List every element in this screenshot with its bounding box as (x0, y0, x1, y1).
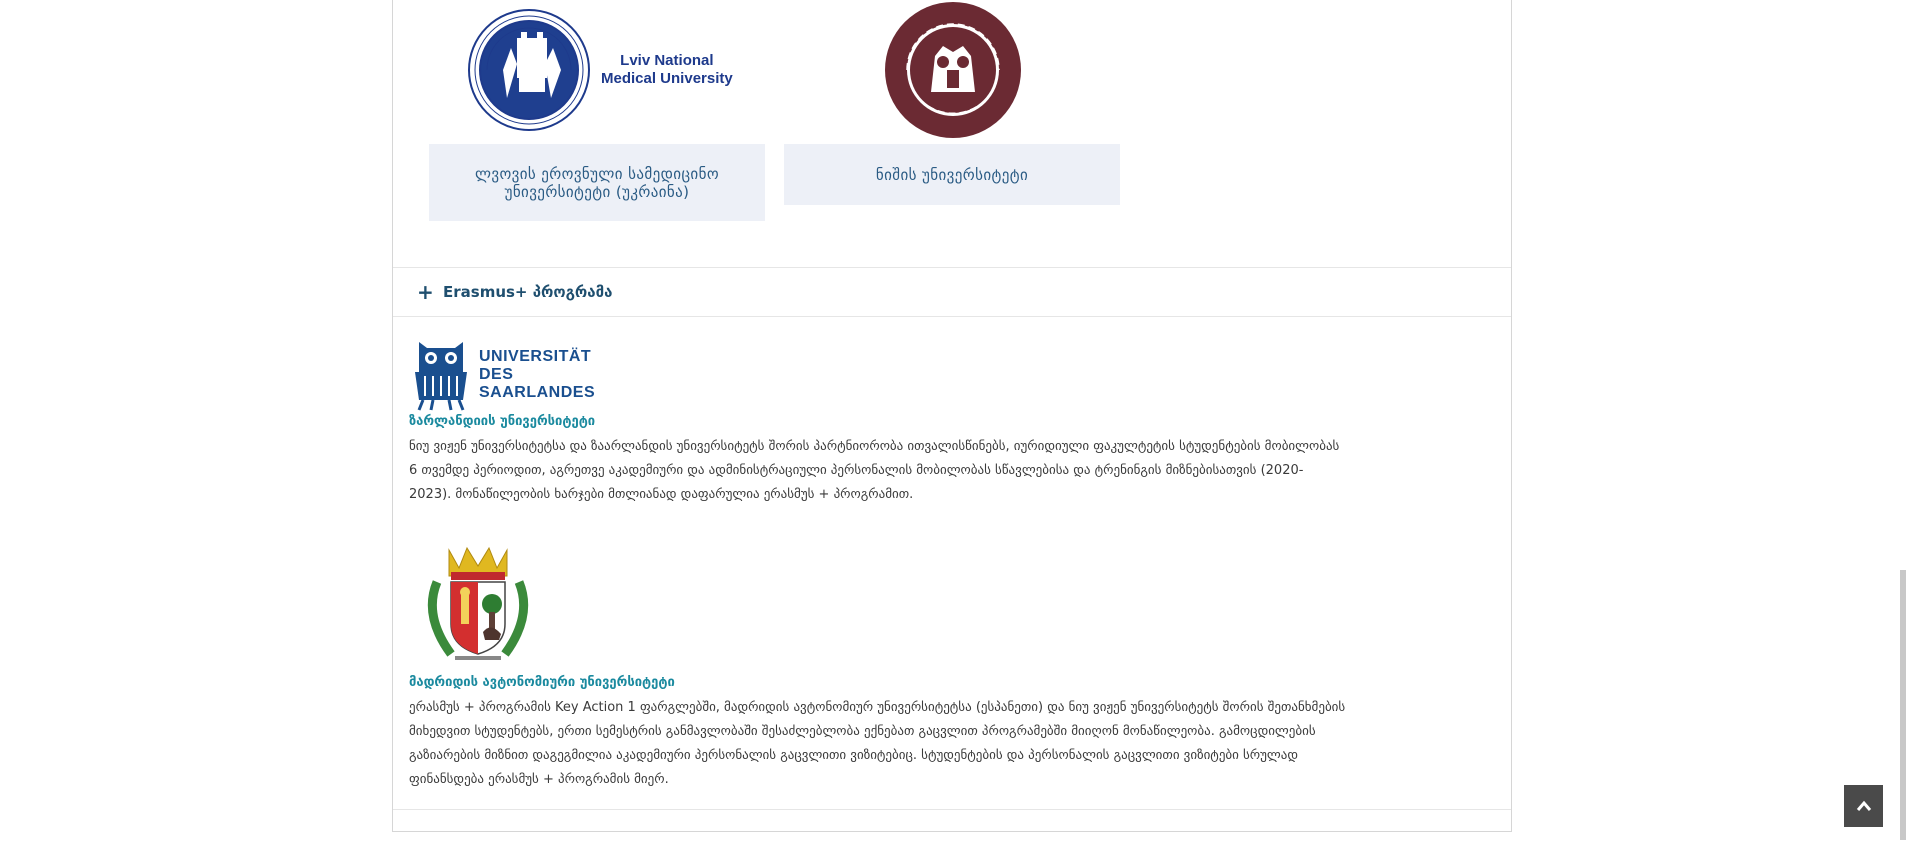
erasmus-accordion-title: Erasmus+ პროგრამა (443, 283, 613, 301)
partner-description-saarland: ნიუ ვიჟენ უნივერსიტეტსა და ზაარლანდის უნ… (409, 435, 1499, 507)
nis-logo (883, 0, 1023, 144)
nis-university-seal-icon (885, 2, 1021, 138)
erasmus-accordion-toggle[interactable]: + Erasmus+ პროგრამა (393, 268, 1511, 316)
description-line: ნიუ ვიჟენ უნივერსიტეტსა და ზაარლანდის უნ… (409, 439, 1340, 454)
university-caption-nis[interactable]: ნიშის უნივერსიტეტი (784, 144, 1120, 205)
chevron-up-icon (1856, 800, 1871, 811)
scroll-to-top-button[interactable] (1844, 785, 1883, 827)
description-line: 2023). მონაწილეობის ხარჯები მთლიანად დაფ… (409, 487, 914, 502)
lviv-logo-area: Lviv National Medical University (429, 0, 765, 144)
saarland-logo: UNIVERSITÄT DES SAARLANDES (413, 338, 595, 412)
description-line: 6 თვემდე პერიოდით, აგრეთვე აკადემიური და… (409, 463, 1304, 478)
saarland-logo-line1: UNIVERSITÄT (479, 348, 592, 365)
content-bottom-divider (393, 809, 1511, 810)
madrid-crest-icon (427, 546, 529, 660)
lviv-logo-line1: Lviv National (620, 52, 714, 69)
description-line: ფინანსდება ერასმუს + პროგრამის მიერ. (409, 772, 669, 787)
content-panel: Lviv National Medical University ლვოვის … (392, 0, 1512, 832)
partner-madrid: მადრიდის ავტონომიური უნივერსიტეტი ერასმუ… (409, 542, 1499, 792)
university-card-nis[interactable]: ნიშის უნივერსიტეტი (784, 0, 1120, 205)
plus-icon: + (417, 280, 434, 304)
saarland-logo-line3: SAARLANDES (479, 384, 596, 401)
lviv-logo-text: Lviv National Medical University (601, 52, 733, 88)
partner-name-saarland[interactable]: ზარლანდიის უნივერსიტეტი (409, 413, 1499, 431)
university-caption-lviv[interactable]: ლვოვის ეროვნული სამედიცინო უნივერსიტეტი … (429, 144, 765, 221)
description-line: გაზიარების მიზნით დაგეგმილია აკადემიური … (409, 748, 1299, 763)
saarland-logo-line2: DES (479, 366, 514, 383)
saarland-logo-text: UNIVERSITÄT DES SAARLANDES (479, 348, 595, 402)
partner-saarland: UNIVERSITÄT DES SAARLANDES ზარლანდიის უნ… (409, 338, 1499, 507)
nis-logo-area (784, 0, 1120, 144)
partner-description-madrid: ერასმუს + პროგრამის Key Action 1 ფარგლებ… (409, 696, 1499, 792)
lviv-logo-line2: Medical University (601, 70, 733, 87)
description-line: ერასმუს + პროგრამის Key Action 1 ფარგლებ… (409, 700, 1346, 715)
description-line: მიხედვით სტუდენტებს, ერთი სემესტრის განმ… (409, 724, 1316, 739)
university-card-lviv[interactable]: Lviv National Medical University ლვოვის … (429, 0, 765, 221)
accordion-bottom-divider (393, 316, 1511, 317)
partner-name-madrid[interactable]: მადრიდის ავტონომიური უნივერსიტეტი (409, 674, 1499, 692)
lviv-logo: Lviv National Medical University (467, 8, 733, 132)
madrid-logo (415, 542, 541, 674)
lviv-university-seal-icon (468, 9, 590, 131)
saarland-owl-icon (415, 342, 467, 411)
page-scrollbar-thumb[interactable] (1900, 570, 1906, 840)
